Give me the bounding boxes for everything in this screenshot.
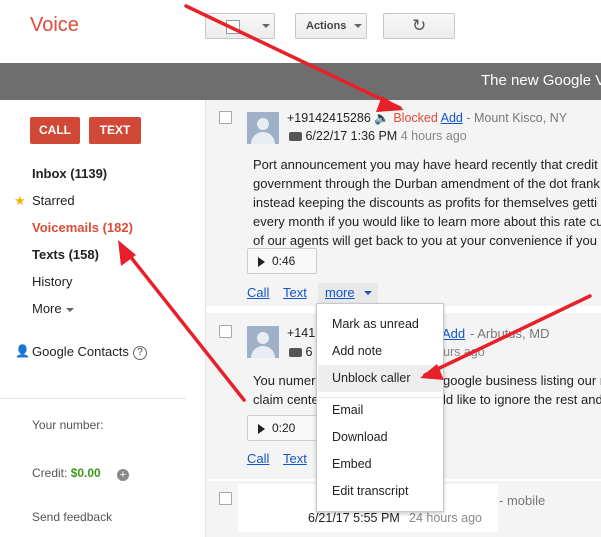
annotation-arrows: [118, 4, 592, 402]
annotation-arrow: [184, 4, 402, 110]
annotation-arrow: [120, 244, 246, 402]
annotation-arrow: [423, 294, 592, 377]
